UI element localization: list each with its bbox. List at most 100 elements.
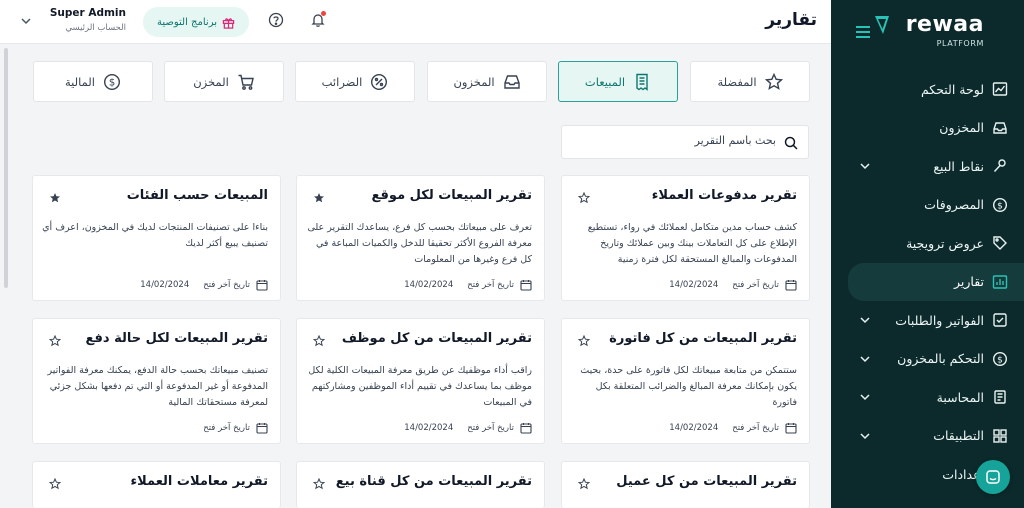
tab-label: الضرائب (321, 74, 363, 89)
card-title: تقرير المبيعات من كل قناة بيع (335, 474, 532, 489)
percent-icon (370, 73, 388, 91)
chevron-down-icon (21, 18, 31, 25)
star-filled-icon[interactable] (313, 192, 325, 204)
sidebar-item-pos[interactable]: نقاط البيع (831, 147, 1024, 186)
report-card[interactable]: تقرير المبيعات من كل عميل (561, 461, 810, 508)
card-footer-label: تاريخ آخر فتح (203, 423, 250, 433)
card-description: ستتمكن من متابعة مبيعاتك لكل فاتورة على … (580, 365, 797, 408)
rewaa-logo-mark-icon (875, 16, 889, 34)
tab-finance[interactable]: المالية $ (33, 61, 153, 102)
sidebar-item-label: عروض ترويجية (906, 235, 984, 251)
tab-favorites[interactable]: المفضلة (690, 61, 810, 102)
sidebar-item-apps[interactable]: التطبيقات (831, 417, 1024, 456)
report-card[interactable]: تقرير المبيعات لكل موقع تعرف على مبيعاتك… (296, 175, 545, 301)
sidebar-item-accounting[interactable]: المحاسبة (831, 378, 1024, 417)
brand-logo[interactable]: rewaa PLATFORM (874, 12, 984, 50)
report-card[interactable]: المبيعات حسب الفئات بناءا على تصنيفات ال… (32, 175, 281, 301)
chat-support-button[interactable] (976, 460, 1010, 494)
card-description: راقب أداء موظفيك عن طريق معرفة المبيعات … (308, 365, 532, 408)
tab-store[interactable]: المخزن (164, 61, 284, 102)
card-footer-label: تاريخ آخر فتح (203, 280, 250, 290)
star-outline-icon[interactable] (313, 335, 325, 347)
chart-line-icon (992, 81, 1008, 97)
report-category-tabs: المالية $ المخزن الضرائب المخزون المبيعا… (33, 61, 810, 103)
svg-text:$: $ (997, 201, 1003, 211)
tab-label: المبيعات (584, 74, 626, 89)
brand-sub: PLATFORM (936, 39, 984, 48)
star-outline-icon[interactable] (578, 192, 590, 204)
sidebar-item-label: المحاسبة (936, 389, 984, 405)
tab-label: المالية (65, 74, 95, 89)
star-outline-icon[interactable] (313, 478, 325, 490)
star-outline-icon[interactable] (49, 335, 61, 347)
referral-label: برنامج التوصية (157, 16, 217, 28)
gift-icon (222, 17, 235, 29)
sidebar-item-promotions[interactable]: عروض ترويجية (831, 224, 1024, 263)
sidebar-item-label: المخزون (939, 120, 984, 136)
dollar-circle-icon: $ (992, 197, 1008, 213)
card-title: المبيعات حسب الفئات (126, 188, 268, 203)
tag-icon (992, 235, 1008, 251)
report-chart-icon (992, 274, 1008, 290)
user-name: Super Admin (49, 7, 126, 19)
user-role: الحساب الرئيسي (65, 23, 126, 33)
card-title: تقرير المبيعات لكل حالة دفع (85, 331, 268, 346)
sidebar-item-inventory[interactable]: المخزون (831, 109, 1024, 148)
sidebar-item-label: التطبيقات (933, 428, 984, 444)
card-description: تصنيف مبيعاتك بحسب حالة الدفع، يمكنك معر… (47, 365, 269, 408)
report-card[interactable]: تقرير مدفوعات العملاء كشف حساب مدين متكا… (561, 175, 810, 301)
report-card[interactable]: تقرير معاملات العملاء (32, 461, 281, 508)
tab-label: المخزن (193, 74, 229, 89)
report-card[interactable]: تقرير المبيعات من كل قناة بيع (296, 461, 545, 508)
card-description: تعرف على مبيعاتك بحسب كل فرع، يساعدك الت… (307, 222, 532, 265)
sidebar-item-label: الفواتير والطلبات (895, 312, 984, 328)
sidebar-item-label: تقارير (953, 274, 984, 290)
report-card[interactable]: تقرير المبيعات من كل فاتورة ستتمكن من مت… (561, 318, 810, 444)
referral-program-button[interactable]: برنامج التوصية (143, 7, 249, 37)
card-title: تقرير معاملات العملاء (130, 474, 268, 489)
tab-taxes[interactable]: الضرائب (295, 61, 415, 102)
report-card[interactable]: تقرير المبيعات من كل موظف راقب أداء موظف… (296, 318, 545, 444)
receipt-icon (633, 73, 651, 91)
search-input[interactable] (576, 134, 776, 147)
sidebar-item-dashboard[interactable]: لوحة التحكم (831, 70, 1024, 109)
chat-icon (986, 470, 1000, 484)
svg-text:$: $ (997, 355, 1003, 365)
calendar-icon (520, 423, 532, 434)
brand-name: rewaa (905, 12, 984, 37)
tab-inventory[interactable]: المخزون (427, 61, 547, 102)
user-menu[interactable]: Super Admin الحساب الرئيسي (20, 7, 126, 37)
sidebar-item-label: نقاط البيع (933, 158, 984, 174)
card-last-opened: 14/02/2024 (669, 280, 719, 290)
menu-toggle-icon[interactable] (856, 26, 870, 38)
card-footer-label: تاريخ آخر فتح (732, 280, 779, 290)
star-outline-icon[interactable] (49, 478, 61, 490)
sidebar-item-label: التحكم بالمخزون (897, 351, 984, 367)
star-outline-icon[interactable] (578, 478, 590, 490)
sidebar-item-invoices[interactable]: الفواتير والطلبات (831, 301, 1024, 340)
card-title: تقرير المبيعات من كل فاتورة (609, 331, 797, 346)
search-icon (784, 136, 798, 150)
sidebar-item-reports[interactable]: تقارير (848, 262, 1024, 301)
sidebar-item-label: لوحة التحكم (920, 81, 984, 97)
tab-sales[interactable]: المبيعات (558, 61, 678, 102)
star-filled-icon[interactable] (49, 192, 61, 204)
content-scrollbar[interactable] (4, 48, 8, 288)
report-card[interactable]: تقرير المبيعات لكل حالة دفع تصنيف مبيعات… (32, 318, 281, 444)
star-outline-icon[interactable] (578, 335, 590, 347)
sidebar-item-expenses[interactable]: المصروفات $ (831, 186, 1024, 225)
sidebar-nav: لوحة التحكم المخزون نقاط البيع المصروفات… (831, 70, 1024, 494)
card-footer: تاريخ آخر فتح 14/02/2024 (669, 422, 797, 434)
calendar-icon (785, 280, 797, 291)
card-last-opened: 14/02/2024 (669, 423, 719, 433)
sidebar-item-stock-control[interactable]: التحكم بالمخزون $ (831, 340, 1024, 379)
calendar-icon (785, 423, 797, 434)
inbox-icon (992, 120, 1008, 136)
chevron-down-icon (860, 163, 870, 170)
checkbox-icon (992, 312, 1008, 328)
svg-text:$: $ (109, 77, 115, 88)
card-footer-label: تاريخ آخر فتح (467, 280, 514, 290)
card-footer: تاريخ آخر فتح (189, 422, 268, 434)
calendar-icon (256, 280, 268, 291)
help-icon[interactable] (268, 12, 284, 28)
